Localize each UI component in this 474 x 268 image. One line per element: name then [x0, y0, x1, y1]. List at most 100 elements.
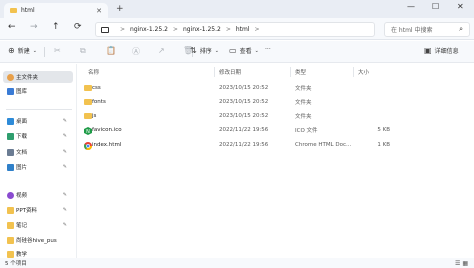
chevron-down-icon: ⌄	[214, 47, 219, 54]
sidebar-item-documents[interactable]: 文档 ✎	[3, 146, 73, 158]
status-bar: 5 个项目 ☰ ▦	[0, 258, 474, 268]
close-window-button[interactable]: ✕	[457, 2, 464, 11]
minimize-button[interactable]: —	[407, 2, 415, 11]
pin-icon: ✎	[62, 133, 67, 139]
tab-html[interactable]: html ✕	[4, 3, 108, 18]
share-button[interactable]: ↗	[158, 46, 168, 55]
column-header-name[interactable]: 名称	[88, 68, 99, 76]
refresh-button[interactable]: ⟳	[74, 22, 82, 32]
column-header-date[interactable]: 修改日期	[219, 68, 241, 76]
paste-button[interactable]: 📋	[106, 46, 119, 55]
breadcrumb-separator[interactable]: >	[120, 26, 125, 33]
forward-button[interactable]: →	[30, 22, 38, 32]
download-icon	[7, 132, 14, 140]
search-input[interactable]: 在 html 中搜索 ⌕	[384, 22, 470, 37]
folder-icon	[84, 98, 92, 105]
pictures-icon	[7, 163, 14, 171]
copy-icon: ⧉	[80, 46, 86, 55]
pin-icon: ✎	[62, 192, 67, 198]
file-name: index.html	[92, 141, 122, 148]
column-divider[interactable]	[353, 67, 354, 77]
sort-icon: ⇅	[190, 46, 197, 55]
more-label: ···	[265, 46, 271, 53]
breadcrumb-nginx-2[interactable]: nginx-1.25.2	[183, 26, 221, 33]
sidebar-item-label: 笔记	[16, 223, 28, 229]
details-button[interactable]: ▣ 详细信息	[424, 46, 459, 55]
sidebar-item-downloads[interactable]: 下载 ✎	[3, 130, 73, 142]
breadcrumb-nginx-1[interactable]: nginx-1.25.2	[130, 26, 168, 33]
address-bar: ← → ↑ ⟳ > nginx-1.25.2 > nginx-1.25.2 > …	[0, 18, 474, 40]
sort-button[interactable]: ⇅ 排序 ⌄	[190, 46, 219, 55]
sidebar-item-label: 文档	[16, 150, 28, 156]
sidebar-item-home[interactable]: 主文件夹	[3, 71, 73, 83]
sidebar-item-videos[interactable]: 视频 ✎	[3, 189, 73, 201]
sidebar-item-pictures[interactable]: 图片 ✎	[3, 161, 73, 173]
sidebar-item-label: 尚硅谷hive_pus	[16, 238, 57, 244]
document-icon	[7, 148, 14, 156]
sidebar-item-ppt[interactable]: PPT资料 ✎	[3, 204, 73, 216]
file-name: favicon.ico	[92, 126, 122, 133]
details-icon: ▣	[424, 46, 432, 55]
breadcrumb-separator[interactable]: >	[226, 26, 231, 33]
sidebar-item-label: 主文件夹	[16, 75, 39, 81]
file-date: 2022/11/22 19:56	[219, 126, 269, 133]
pin-icon: ✎	[62, 207, 67, 213]
sidebar-item-label: 教学	[16, 252, 28, 258]
table-row[interactable]: fonts 2023/10/15 20:52 文件夹	[78, 95, 474, 108]
folder-icon	[7, 221, 14, 229]
pin-icon: ✎	[62, 118, 67, 124]
column-divider[interactable]	[214, 67, 215, 77]
up-button[interactable]: ↑	[52, 22, 60, 32]
table-row[interactable]: N favicon.ico 2022/11/22 19:56 ICO 文件 5 …	[78, 123, 474, 136]
share-icon: ↗	[158, 46, 165, 55]
pin-icon: ✎	[62, 164, 67, 170]
breadcrumb-more-separator[interactable]: >	[255, 26, 260, 33]
sidebar-item-desktop[interactable]: 桌面 ✎	[3, 115, 73, 127]
file-date: 2023/10/15 20:52	[219, 112, 269, 119]
folder-icon	[7, 250, 14, 258]
file-size: 1 KB	[377, 141, 390, 148]
item-count: 5 个项目	[5, 261, 27, 267]
sidebar-divider	[6, 109, 72, 110]
command-bar: ⊕ 新建 ⌄ ✂ ⧉ 📋 Ⓐ ↗ 🗑 ⇅ 排序 ⌄ ▭ 查看 ⌄ ··· ▣ 详…	[0, 41, 474, 63]
column-header-type[interactable]: 类型	[295, 68, 306, 76]
rename-button[interactable]: Ⓐ	[132, 46, 143, 57]
sidebar-item-notes[interactable]: 笔记 ✎	[3, 219, 73, 231]
pin-icon: ✎	[62, 222, 67, 228]
column-header-size[interactable]: 大小	[358, 68, 369, 76]
cut-button[interactable]: ✂	[54, 46, 64, 55]
path-breadcrumb[interactable]: > nginx-1.25.2 > nginx-1.25.2 > html >	[95, 22, 375, 37]
copy-button[interactable]: ⧉	[80, 46, 89, 56]
toolbar-divider	[44, 47, 45, 57]
navigation-pane: 主文件夹 图库 桌面 ✎ 下载 ✎ 文档 ✎ 图片 ✎ 视频 ✎ PPT资料 ✎…	[0, 64, 75, 258]
new-tab-button[interactable]: +	[116, 4, 124, 14]
file-date: 2023/10/15 20:52	[219, 84, 269, 91]
new-icon: ⊕	[8, 46, 15, 55]
column-divider[interactable]	[290, 67, 291, 77]
sidebar-item-hive[interactable]: 尚硅谷hive_pus	[3, 234, 73, 246]
tab-close-icon[interactable]: ✕	[96, 7, 102, 15]
pin-icon: ✎	[62, 149, 67, 155]
table-row[interactable]: js 2023/10/15 20:52 文件夹	[78, 109, 474, 122]
maximize-button[interactable]: ☐	[432, 2, 439, 11]
chevron-down-icon: ⌄	[32, 47, 37, 54]
sidebar-item-gallery[interactable]: 图库	[3, 85, 73, 97]
breadcrumb-separator[interactable]: >	[173, 26, 178, 33]
chevron-down-icon: ⌄	[254, 47, 259, 54]
details-view-icon[interactable]: ☰	[455, 260, 460, 267]
new-button[interactable]: ⊕ 新建 ⌄	[8, 46, 37, 55]
view-toggles: ☰ ▦	[455, 260, 468, 267]
back-button[interactable]: ←	[8, 22, 16, 32]
paste-icon: 📋	[106, 46, 116, 55]
table-row[interactable]: css 2023/10/15 20:52 文件夹	[78, 81, 474, 94]
file-name: css	[92, 84, 101, 91]
file-date: 2022/11/22 19:56	[219, 141, 269, 148]
large-icons-view-icon[interactable]: ▦	[462, 260, 468, 267]
table-row[interactable]: index.html 2022/11/22 19:56 Chrome HTML …	[78, 138, 474, 151]
details-label: 详细信息	[434, 48, 459, 55]
folder-icon	[10, 8, 17, 13]
view-button[interactable]: ▭ 查看 ⌄	[229, 46, 259, 55]
more-options-button[interactable]: ···	[265, 46, 271, 53]
breadcrumb-html[interactable]: html	[236, 26, 250, 33]
file-type: 文件夹	[295, 85, 312, 92]
